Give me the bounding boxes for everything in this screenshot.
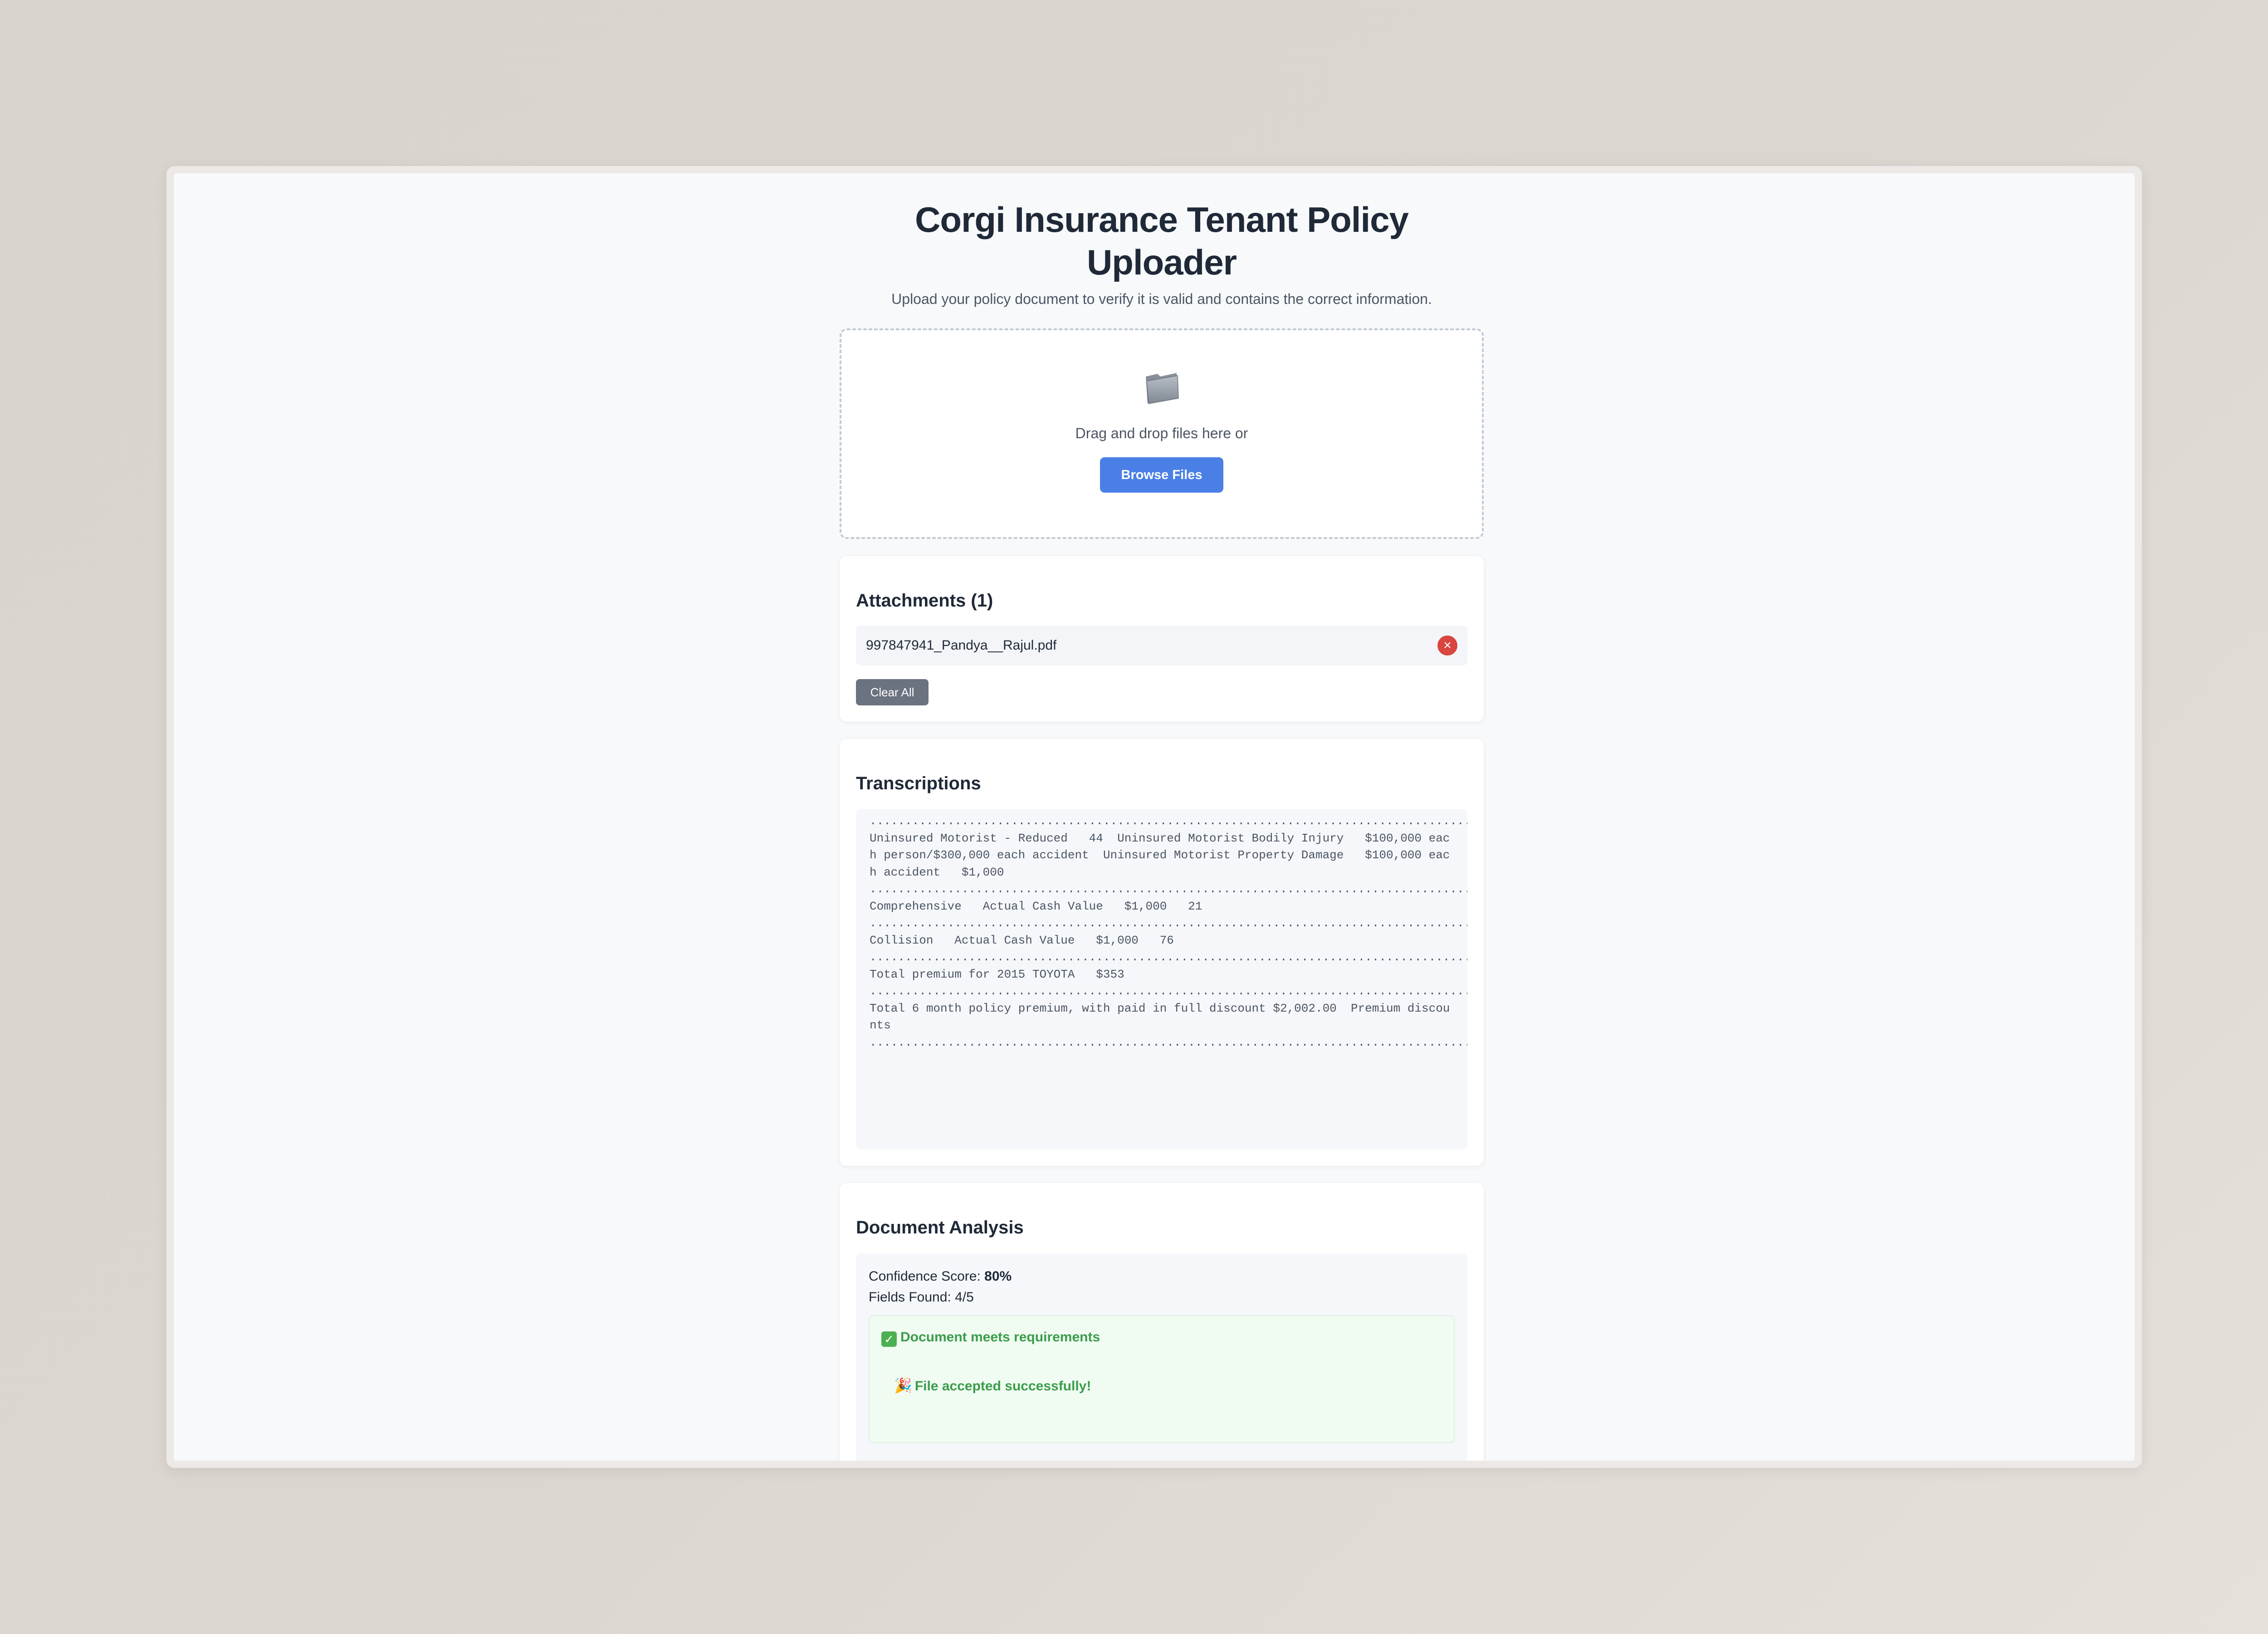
main-content: Corgi Insurance Tenant Policy Uploader U… bbox=[840, 173, 1484, 1461]
analysis-title: Document Analysis bbox=[856, 1218, 1024, 1238]
file-dropzone[interactable]: Drag and drop files here or Browse Files bbox=[840, 328, 1484, 539]
party-popper-icon: 🎉 bbox=[894, 1377, 912, 1394]
transcription-text[interactable]: ........................................… bbox=[856, 809, 1467, 1150]
requirements-text: Document meets requirements bbox=[900, 1330, 1100, 1345]
fields-found: Fields Found: 4/5 bbox=[869, 1290, 974, 1305]
remove-file-icon[interactable]: × bbox=[1437, 636, 1457, 656]
attachment-item: 997847941_Pandya__Rajul.pdf × bbox=[856, 626, 1467, 666]
check-mark-icon: ✓ bbox=[881, 1331, 897, 1347]
dropzone-instructions: Drag and drop files here or bbox=[1075, 425, 1248, 442]
confidence-label: Confidence Score: bbox=[869, 1269, 985, 1284]
attachments-title: Attachments (1) bbox=[856, 591, 993, 611]
accepted-text: File accepted successfully! bbox=[914, 1379, 1091, 1394]
transcriptions-card: Transcriptions .........................… bbox=[840, 739, 1484, 1166]
requirements-status: ✓ Document meets requirements bbox=[881, 1330, 1442, 1347]
page-subtitle: Upload your policy document to verify it… bbox=[891, 291, 1432, 308]
transcriptions-title: Transcriptions bbox=[856, 773, 981, 794]
attachments-card: Attachments (1) 997847941_Pandya__Rajul.… bbox=[840, 556, 1484, 722]
file-accepted-status: 🎉 File accepted successfully! bbox=[894, 1377, 1442, 1394]
folder-icon bbox=[1142, 367, 1181, 406]
analysis-card: Document Analysis Confidence Score: 80% … bbox=[840, 1183, 1484, 1461]
clear-all-button[interactable]: Clear All bbox=[856, 679, 929, 706]
confidence-value: 80% bbox=[984, 1269, 1012, 1284]
browse-files-button[interactable]: Browse Files bbox=[1100, 457, 1223, 493]
attachment-filename: 997847941_Pandya__Rajul.pdf bbox=[866, 638, 1057, 653]
page-title: Corgi Insurance Tenant Policy Uploader bbox=[915, 200, 1409, 282]
confidence-score: Confidence Score: 80% bbox=[869, 1266, 1455, 1287]
app-window: Corgi Insurance Tenant Policy Uploader U… bbox=[174, 173, 2135, 1461]
analysis-panel: Confidence Score: 80% Fields Found: 4/5 … bbox=[856, 1253, 1467, 1461]
browser-window-frame: Corgi Insurance Tenant Policy Uploader U… bbox=[166, 166, 2142, 1468]
success-message-box: ✓ Document meets requirements 🎉 File accep… bbox=[869, 1315, 1455, 1443]
